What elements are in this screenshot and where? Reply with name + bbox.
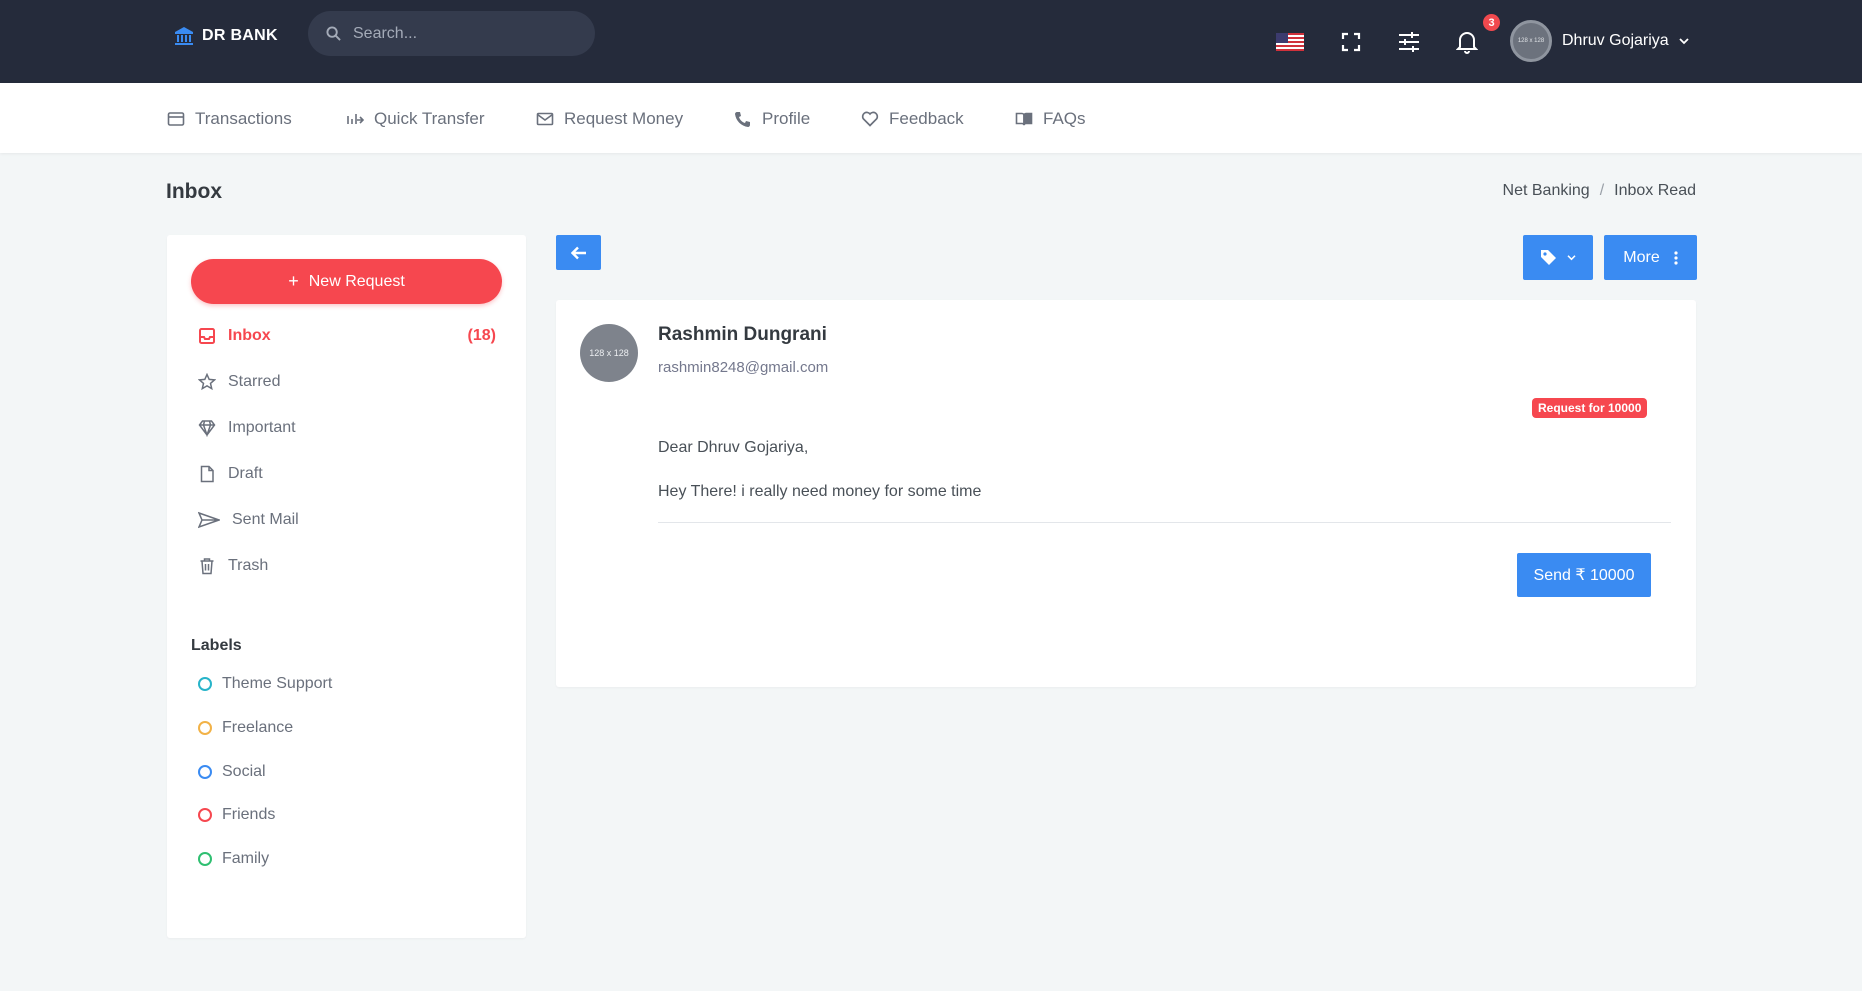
top-bar: DR BANK 3 128 x 128 Dhruv Gojariya [0,0,1862,83]
nav-request-money[interactable]: Request Money [536,109,683,129]
folder-draft[interactable]: Draft [198,465,496,483]
label-text: Social [222,763,266,780]
breadcrumb-separator: / [1599,182,1605,199]
mailbox-sidebar: + New Request Inbox (18) Starred Importa… [167,235,526,938]
nav-transactions[interactable]: Transactions [167,109,292,129]
star-icon [198,373,216,391]
us-flag-icon[interactable] [1276,28,1304,56]
page-title: Inbox [166,180,222,203]
nav-label: Profile [762,109,811,128]
circle-icon [198,852,212,866]
dots-vertical-icon [1674,250,1678,265]
label-text: Family [222,850,270,867]
label-text: Friends [222,806,276,823]
sender-email: rashmin8248@gmail.com [658,359,829,376]
folder-label: Inbox [228,327,271,344]
label-dropdown-button[interactable] [1523,235,1593,280]
trash-icon [200,558,214,575]
settings-sliders-icon[interactable] [1395,28,1423,56]
nav-label: Transactions [195,109,292,128]
folder-label: Starred [228,373,281,390]
label-text: Theme Support [222,675,333,692]
brand-name: DR BANK [202,27,278,44]
chevron-down-icon [1679,38,1689,45]
circle-icon [198,808,212,822]
send-money-button[interactable]: Send ₹ 10000 [1517,553,1651,597]
mail-detail-card: 128 x 128 Rashmin Dungrani rashmin8248@g… [556,300,1696,687]
labels-heading: Labels [191,637,242,654]
notification-badge: 3 [1483,14,1500,31]
mail-greeting: Dear Dhruv Gojariya, [658,439,809,456]
nav-faqs[interactable]: FAQs [1015,109,1086,129]
divider [658,522,1671,523]
sender-name: Rashmin Dungrani [658,324,827,345]
breadcrumb-current: Inbox Read [1614,182,1696,199]
plus-icon: + [288,271,299,291]
new-request-label: New Request [308,272,405,290]
sender-avatar: 128 x 128 [580,324,638,382]
folder-label: Sent Mail [232,511,299,528]
search-input[interactable] [353,24,573,43]
folder-starred[interactable]: Starred [198,373,496,391]
bell-icon[interactable] [1453,28,1481,56]
phone-user-icon [735,112,750,127]
nav-label: Feedback [889,109,964,128]
transfer-icon [347,114,364,124]
book-icon [1015,112,1033,126]
nav-quick-transfer[interactable]: Quick Transfer [346,109,485,129]
more-label: More [1623,248,1660,266]
inbox-icon [199,328,215,344]
search-icon [326,26,341,41]
user-name: Dhruv Gojariya [1562,32,1669,49]
brand-logo[interactable]: DR BANK [174,26,278,46]
label-social[interactable]: Social [198,763,266,781]
nav-profile[interactable]: Profile [734,109,810,129]
folder-trash[interactable]: Trash [198,557,496,575]
folder-inbox[interactable]: Inbox (18) [198,327,496,345]
main-nav: Transactions Quick Transfer Request Mone… [0,83,1862,153]
label-freelance[interactable]: Freelance [198,719,293,737]
circle-icon [198,677,212,691]
nav-label: Request Money [564,109,684,128]
bank-icon [175,27,193,45]
search-box[interactable] [308,11,595,56]
circle-icon [198,721,212,735]
fullscreen-icon[interactable] [1337,28,1365,56]
card-icon [167,112,185,126]
chevron-down-icon [1567,255,1576,261]
send-icon [198,511,220,529]
mail-body: Hey There! i really need money for some … [658,483,982,500]
breadcrumb-link[interactable]: Net Banking [1503,182,1590,200]
folder-important[interactable]: Important [198,419,496,437]
folder-label: Important [228,419,296,436]
new-request-button[interactable]: + New Request [191,259,502,304]
label-theme-support[interactable]: Theme Support [198,675,332,693]
request-badge: Request for 10000 [1532,398,1648,418]
back-button[interactable] [556,235,601,270]
nav-label: FAQs [1043,109,1086,128]
tag-icon [1541,250,1556,265]
folder-label: Trash [228,557,269,574]
file-icon [200,465,214,483]
circle-icon [198,765,212,779]
label-friends[interactable]: Friends [198,806,275,824]
user-menu[interactable]: 128 x 128 Dhruv Gojariya [1510,20,1689,62]
label-text: Freelance [222,719,294,736]
unread-count: (18) [467,327,496,344]
mail-money-icon [536,112,554,126]
more-button[interactable]: More [1604,235,1697,280]
arrow-left-icon [570,246,586,259]
folder-label: Draft [228,465,263,482]
label-family[interactable]: Family [198,850,269,868]
diamond-icon [198,420,216,437]
nav-feedback[interactable]: Feedback [861,109,964,129]
avatar: 128 x 128 [1510,20,1552,62]
nav-label: Quick Transfer [374,109,485,128]
heart-icon [861,111,879,127]
folder-sent-mail[interactable]: Sent Mail [198,511,496,529]
breadcrumb: Net Banking / Inbox Read [1503,182,1696,200]
